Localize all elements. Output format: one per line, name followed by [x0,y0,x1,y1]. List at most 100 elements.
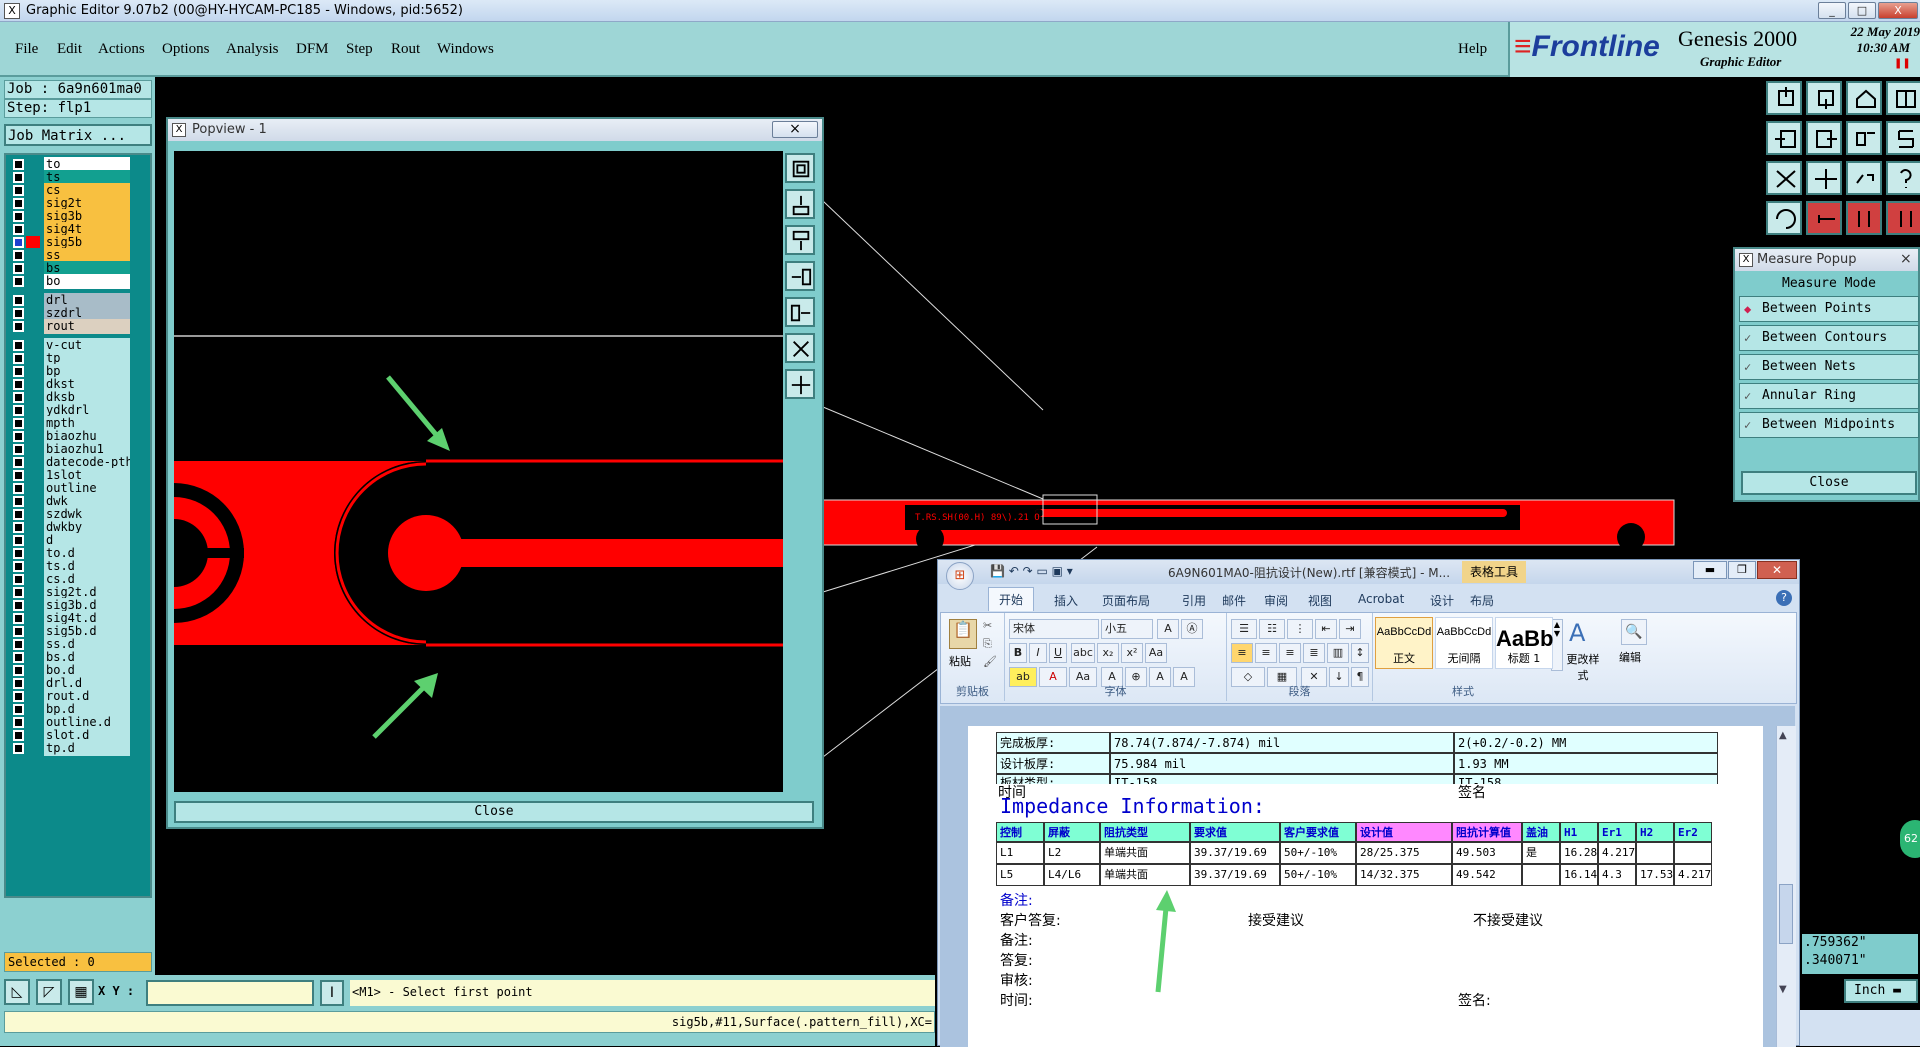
scroll-down-icon[interactable]: ▼ [1779,984,1787,995]
change-styles-label[interactable]: 更改样式 [1563,651,1603,683]
find-icon[interactable]: 🔍 [1621,619,1647,645]
menu-windows[interactable]: Windows [437,41,494,58]
pv-right-icon[interactable] [785,297,815,327]
copy-icon[interactable]: ⎘ [983,637,992,651]
layer-checkbox[interactable] [13,483,24,494]
pv-left-icon[interactable] [785,261,815,291]
measure-option[interactable]: ✓ Between Nets [1739,354,1919,380]
vertical-scrollbar[interactable]: ▲ ▼ [1776,726,1796,1047]
window-icon[interactable] [1886,81,1920,115]
paste-icon[interactable]: 📋 [949,619,977,649]
align-right-icon[interactable]: ≡ [1279,643,1301,663]
sheet-icon[interactable] [1846,121,1882,155]
style-gallery-item[interactable]: AaBbCcDd 正文 [1375,617,1433,669]
pv-fit-icon[interactable] [785,153,815,183]
menu-edit[interactable]: Edit [57,41,82,58]
layer-checkbox[interactable] [13,379,24,390]
layer-checkbox[interactable] [13,276,24,287]
layer-checkbox[interactable] [13,431,24,442]
document-page[interactable]: 完成板厚: 78.74(7.874/-7.874) mil 2(+0.2/-0.2)… [968,726,1763,1047]
word-close[interactable]: ✕ [1757,561,1797,579]
format-painter-icon[interactable]: 🖌 [983,655,997,668]
clear-format-icon[interactable]: Ⓐ [1181,619,1203,639]
layer-row[interactable]: bo [8,274,148,289]
layer-checkbox[interactable] [13,172,24,183]
ribbon-tab[interactable]: 插入 [1054,592,1078,609]
menu-file[interactable]: File [15,41,38,58]
layer-checkbox[interactable] [13,211,24,222]
layer-checkbox[interactable] [13,691,24,702]
style-gallery-item[interactable]: AaBbCcDd 无间隔 [1435,617,1493,669]
measure-close-x[interactable]: × [1900,251,1912,267]
underline-icon[interactable]: U [1049,643,1067,663]
layer-checkbox[interactable] [13,457,24,468]
scroll-up-icon[interactable]: ▲ [1779,730,1787,741]
pv-up-icon[interactable] [785,189,815,219]
popview-close-x[interactable]: × [772,121,818,138]
floating-badge[interactable]: 62 [1900,820,1920,858]
layer-checkbox[interactable] [13,392,24,403]
align-center-icon[interactable]: ≡ [1255,643,1277,663]
layer-row[interactable]: tp.d [8,741,148,756]
ribbon-tab[interactable]: 邮件 [1222,592,1246,609]
popview-canvas[interactable] [174,151,783,792]
bold-icon[interactable]: B [1009,643,1027,663]
ribbon-tab[interactable]: 布局 [1470,592,1494,609]
scroll-thumb[interactable] [1779,884,1793,944]
align-left-icon[interactable]: ≡ [1231,643,1253,663]
menu-help[interactable]: Help [1458,41,1487,58]
minimize-button[interactable]: _ [1818,2,1846,19]
layer-checkbox[interactable] [13,730,24,741]
menu-actions[interactable]: Actions [98,41,145,58]
change-case-icon[interactable]: Aa [1145,643,1167,663]
pv-down-icon[interactable] [785,225,815,255]
ribbon-tab[interactable]: 视图 [1308,592,1332,609]
quick-access-icon[interactable]: 💾 ↶ ↷ ▭ ▣ ▾ [990,564,1073,578]
layer-checkbox[interactable] [13,308,24,319]
scale-icon[interactable] [1846,161,1882,195]
layer-checkbox[interactable] [13,704,24,715]
import-left-icon[interactable] [1766,121,1802,155]
menu-dfm[interactable]: DFM [296,41,329,58]
layer-checkbox[interactable] [13,237,24,248]
measure-close-button[interactable]: Close [1741,471,1917,495]
layer-checkbox[interactable] [13,548,24,559]
word-maximize[interactable]: ❐ [1728,561,1756,579]
rotate-icon[interactable] [1766,201,1802,235]
layer-checkbox[interactable] [13,263,24,274]
layer-checkbox[interactable] [13,470,24,481]
line-spacing-icon[interactable]: ↕ [1351,643,1369,663]
measure-option[interactable]: ✓ Between Contours [1739,325,1919,351]
layer-checkbox[interactable] [13,717,24,728]
export-down-icon[interactable] [1806,81,1842,115]
superscript-icon[interactable]: x² [1121,643,1143,663]
layer-checkbox[interactable] [13,522,24,533]
change-styles-icon[interactable]: A [1569,619,1585,647]
layer-checkbox[interactable] [13,366,24,377]
multilevel-icon[interactable]: ⋮ [1287,619,1313,639]
ribbon-tab[interactable]: 页面布局 [1102,592,1150,609]
italic-icon[interactable]: I [1029,643,1047,663]
measure-tool-icon[interactable]: ◸ [36,979,62,1005]
layer-checkbox[interactable] [13,626,24,637]
layer-checkbox[interactable] [13,250,24,261]
pv-zoom-out-icon[interactable] [785,369,815,399]
cursor-tool-icon[interactable]: ◺ [4,979,30,1005]
layer-checkbox[interactable] [13,340,24,351]
pv-zoom-in-icon[interactable] [785,333,815,363]
import-right-icon[interactable] [1806,121,1842,155]
increase-indent-icon[interactable]: ⇥ [1339,619,1361,639]
measure-option[interactable]: ✓ Between Midpoints [1739,412,1919,438]
layer-checkbox[interactable] [13,185,24,196]
distributed-icon[interactable]: ▥ [1327,643,1349,663]
fit-icon[interactable] [1766,161,1802,195]
decrease-indent-icon[interactable]: ⇤ [1315,619,1337,639]
bullets-icon[interactable]: ☰ [1231,619,1257,639]
help-icon[interactable] [1886,161,1920,195]
layer-checkbox[interactable] [13,574,24,585]
layer-checkbox[interactable] [13,295,24,306]
ribbon-tab[interactable]: Acrobat [1358,592,1404,606]
style-gallery-item[interactable]: AaBb 标题 1 [1495,617,1553,669]
shape-icon[interactable] [1886,121,1920,155]
layer-checkbox[interactable] [13,600,24,611]
